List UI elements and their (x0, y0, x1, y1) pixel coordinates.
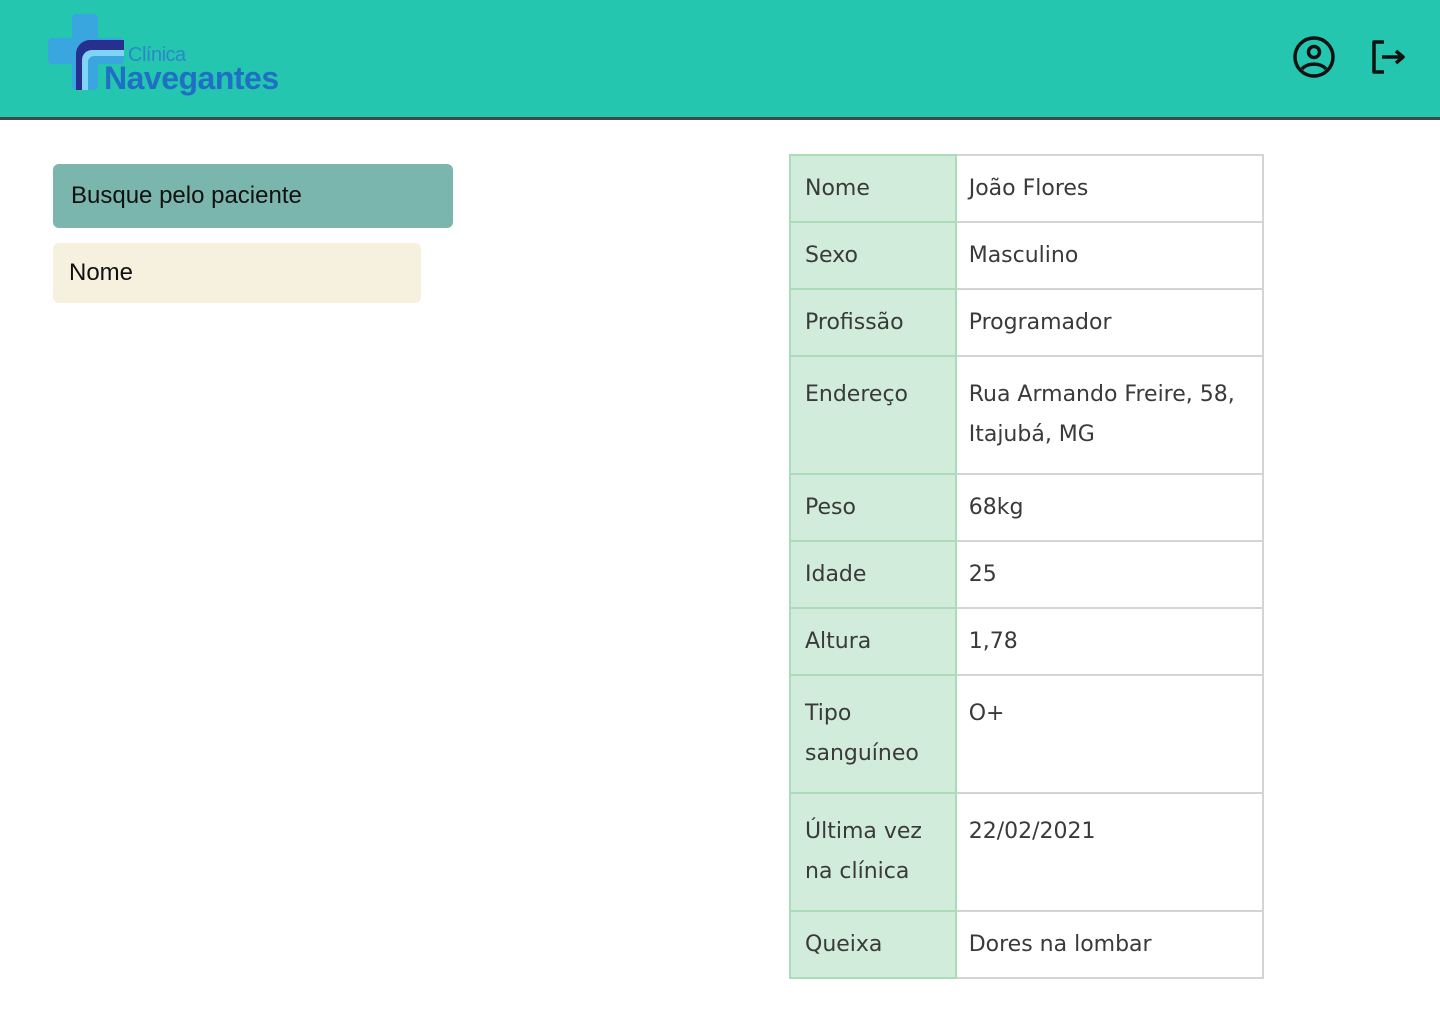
patient-name-search-input[interactable] (53, 243, 421, 303)
table-row: Endereço Rua Armando Freire, 58, Itajubá… (789, 355, 1265, 475)
clinic-logo[interactable]: Clínica Navegantes (44, 10, 304, 100)
field-label: Peso (789, 473, 957, 542)
account-circle-icon[interactable] (1291, 34, 1337, 80)
field-value: 25 (954, 540, 1265, 609)
field-label: Tipo sanguíneo (789, 674, 957, 794)
field-value: Masculino (954, 221, 1265, 290)
table-row: Altura 1,78 (789, 607, 1265, 676)
table-row: Queixa Dores na lombar (789, 910, 1265, 979)
field-label: Sexo (789, 221, 957, 290)
table-row: Sexo Masculino (789, 221, 1265, 290)
search-panel-title: Busque pelo paciente (53, 164, 453, 228)
field-value: 22/02/2021 (954, 792, 1265, 912)
table-row: Idade 25 (789, 540, 1265, 609)
field-label: Profissão (789, 288, 957, 357)
field-label: Altura (789, 607, 957, 676)
field-value: 1,78 (954, 607, 1265, 676)
table-row: Última vez na clínica 22/02/2021 (789, 792, 1265, 912)
field-value: João Flores (954, 154, 1265, 223)
field-label: Queixa (789, 910, 957, 979)
field-value: Dores na lombar (954, 910, 1265, 979)
top-header: Clínica Navegantes (0, 0, 1440, 120)
table-row: Profissão Programador (789, 288, 1265, 357)
field-label: Endereço (789, 355, 957, 475)
patient-details-table: Nome João Flores Sexo Masculino Profissã… (789, 154, 1265, 979)
field-label: Última vez na clínica (789, 792, 957, 912)
logo-title: Navegantes (104, 60, 279, 96)
field-label: Nome (789, 154, 957, 223)
field-value: Rua Armando Freire, 58, Itajubá, MG (954, 355, 1265, 475)
table-row: Peso 68kg (789, 473, 1265, 542)
logout-icon[interactable] (1366, 34, 1412, 80)
table-row: Tipo sanguíneo O+ (789, 674, 1265, 794)
field-label: Idade (789, 540, 957, 609)
table-row: Nome João Flores (789, 154, 1265, 223)
field-value: O+ (954, 674, 1265, 794)
field-value: Programador (954, 288, 1265, 357)
field-value: 68kg (954, 473, 1265, 542)
